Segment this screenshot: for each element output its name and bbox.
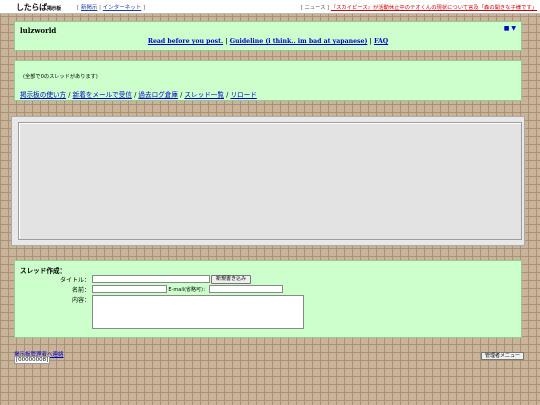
logo-sub: 掲示板 — [46, 6, 61, 12]
title-input[interactable] — [92, 275, 210, 283]
separator: / — [226, 91, 229, 99]
board-title: lulzworld — [20, 26, 57, 35]
news-link[interactable]: 『スカイピース』が活動休止中のテオくんの現状について言及「森の開きな子様です」 — [331, 5, 537, 11]
form-title: スレッド作成： — [20, 267, 67, 275]
separator: / — [180, 91, 183, 99]
top-links: [ 新掲示 | インターネット ] — [77, 3, 145, 11]
admin-menu-button[interactable]: 管理者メニュー — [481, 352, 525, 360]
menu-links: 掲示板の使い方 / 新着をメールで受信 / 過去ログ倉庫 / スレッド一覧 / … — [20, 89, 257, 99]
menu-link-howto[interactable]: 掲示板の使い方 — [20, 91, 66, 99]
email-label: E-mail(省略可)： — [168, 287, 208, 293]
separator: / — [68, 91, 71, 99]
nav-icons[interactable]: ■ ▼ — [504, 25, 516, 32]
new-post-button[interactable]: 新規書き込み — [211, 275, 251, 284]
separator: / — [134, 91, 137, 99]
new-board-link[interactable]: 新掲示 — [81, 5, 98, 11]
menu-link-archive[interactable]: 過去ログ倉庫 — [138, 91, 178, 99]
thread-list-area — [18, 122, 522, 240]
separator: | — [225, 38, 228, 45]
site-topbar: したらば掲示板 [ 新掲示 | インターネット ] [ ニュース ] 『スカイピ… — [0, 0, 540, 14]
read-before-link[interactable]: Read before you post. — [148, 38, 223, 45]
content-textarea[interactable] — [92, 295, 304, 329]
board-menu-panel: (全部で0のスレッドがあります) 掲示板の使い方 / 新着をメールで受信 / 過… — [14, 60, 522, 101]
faq-link[interactable]: FAQ — [374, 38, 388, 45]
separator: | — [99, 5, 102, 11]
access-counter: [00000008] — [14, 356, 51, 364]
news-ticker: [ ニュース ] 『スカイピース』が活動休止中のテオくんの現状について言及「森の… — [301, 3, 537, 11]
logo-main: したらば — [16, 3, 47, 12]
thread-count: (全部で0のスレッドがあります) — [23, 74, 98, 80]
email-input[interactable] — [209, 285, 283, 293]
bracket-open: [ — [77, 5, 80, 11]
menu-link-thread-list[interactable]: スレッド一覧 — [184, 91, 224, 99]
bracket-close: ] — [143, 5, 146, 11]
separator: | — [369, 38, 372, 45]
news-prefix: [ ニュース ] — [300, 5, 330, 11]
menu-link-reload[interactable]: リロード — [230, 91, 256, 99]
menu-link-mail[interactable]: 新着をメールで受信 — [73, 91, 132, 99]
content-label: 内容： — [71, 297, 90, 304]
internet-link[interactable]: インターネット — [103, 5, 142, 11]
title-label: タイトル： — [59, 277, 90, 284]
board-header-panel: lulzworld ■ ▼ Read before you post. | Gu… — [14, 21, 522, 51]
guideline-link[interactable]: Guideline (i think.. im bad at yapanese) — [230, 38, 368, 45]
site-logo[interactable]: したらば掲示板 — [16, 2, 61, 13]
guide-links: Read before you post. | Guideline (i thi… — [15, 38, 521, 45]
thread-create-panel: スレッド作成： タイトル： 新規書き込み 名前： E-mail(省略可)： 内容… — [14, 260, 522, 338]
name-input[interactable] — [92, 285, 167, 293]
name-label: 名前： — [71, 287, 90, 294]
